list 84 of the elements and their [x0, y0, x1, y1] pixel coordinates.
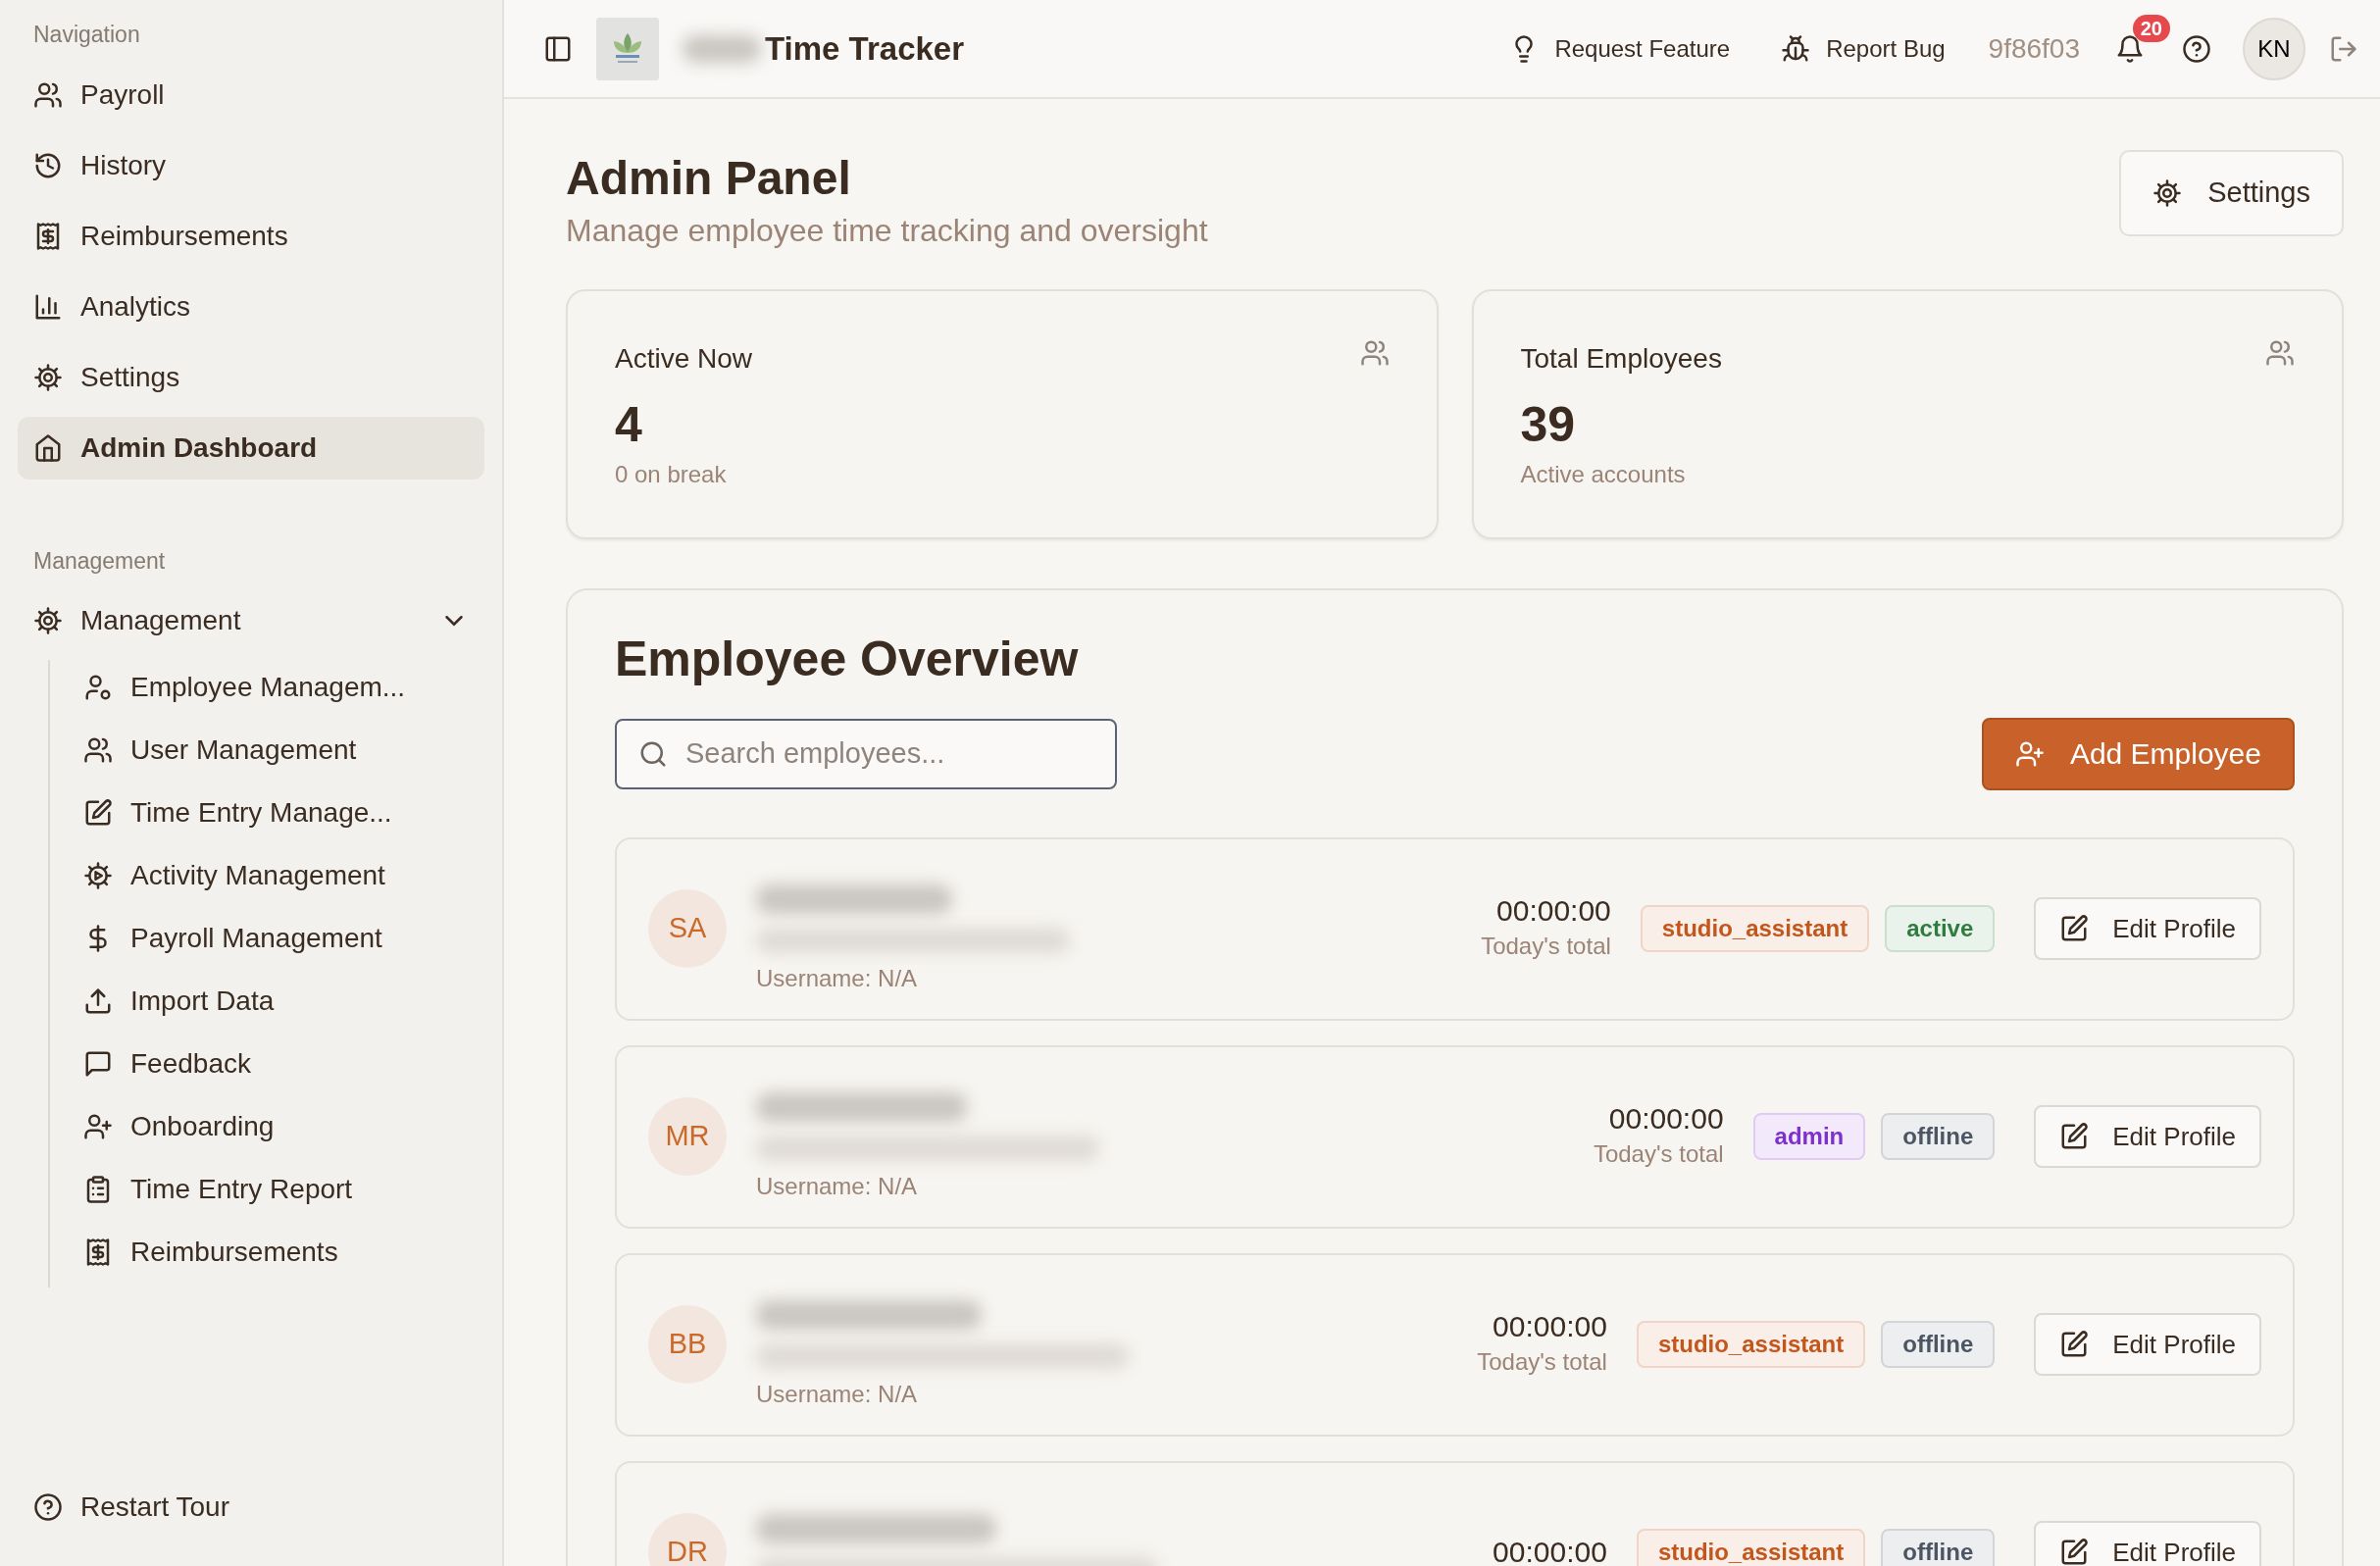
settings-icon: [2152, 178, 2183, 208]
page-subtitle: Manage employee time tracking and oversight: [566, 211, 1209, 250]
edit-profile-button[interactable]: Edit Profile: [2034, 1105, 2261, 1169]
notification-count: 20: [2132, 14, 2170, 42]
time-total: 00:00:00: [1493, 1535, 1607, 1566]
help-icon: [2182, 33, 2211, 64]
status-tag: offline: [1881, 1529, 1996, 1566]
help-icon: [33, 1492, 63, 1522]
bell-icon: [2115, 33, 2145, 64]
employee-avatar: DR: [648, 1513, 727, 1566]
time-total: 00:00:00: [1607, 1101, 1724, 1137]
employee-username: Username: N/A: [756, 1380, 919, 1410]
time-label: Today's total: [1481, 932, 1611, 962]
upload-icon: [83, 986, 113, 1016]
settings-icon: [33, 606, 63, 635]
sidebar-item[interactable]: Analytics: [18, 275, 484, 338]
stat-value: 39: [1520, 395, 1577, 454]
sidebar-item[interactable]: Management: [18, 589, 484, 652]
employee-username: Username: N/A: [756, 1172, 919, 1202]
edit-profile-button[interactable]: Edit Profile: [2034, 897, 2261, 961]
sidebar-item[interactable]: Admin Dashboard: [18, 416, 484, 480]
users-icon: [83, 735, 113, 765]
stat-label: Total Employees: [1520, 341, 1723, 376]
edit-profile-button[interactable]: Edit Profile: [2034, 1521, 2261, 1566]
employee-avatar: BB: [648, 1305, 727, 1385]
version-label: 9f86f03: [1987, 31, 2081, 66]
role-tag: studio_assistant: [1636, 1529, 1866, 1566]
stat-note: Active accounts: [1520, 459, 1687, 489]
stat-note: 0 on break: [615, 459, 728, 489]
edit-icon: [2059, 914, 2090, 944]
sidebar-item[interactable]: Settings: [18, 345, 484, 409]
role-tag: studio_assistant: [1640, 905, 1870, 953]
sidebar-subitem[interactable]: Onboarding: [68, 1099, 484, 1154]
status-tag: offline: [1881, 1321, 1996, 1369]
sidebar-subitem[interactable]: Employee Managem...: [68, 660, 484, 715]
notifications-button[interactable]: [2115, 33, 2145, 64]
stat-value: 4: [615, 395, 643, 454]
sidebar-subitem[interactable]: Reimbursements: [68, 1225, 484, 1280]
time-label: Today's total: [1593, 1139, 1724, 1170]
employee-avatar: MR: [648, 1097, 727, 1177]
message-icon: [83, 1049, 113, 1079]
bug-icon: [1781, 33, 1811, 64]
sidebar-subitem[interactable]: User Management: [68, 723, 484, 778]
section-label: Navigation: [32, 21, 141, 49]
user-avatar[interactable]: KN: [2243, 17, 2305, 80]
page-title: Admin Panel: [566, 151, 852, 206]
sidebar-subitem[interactable]: Payroll Management: [68, 911, 484, 966]
settings-icon: [33, 362, 63, 392]
sidebar-subitem[interactable]: Feedback: [68, 1036, 484, 1091]
status-tag: active: [1885, 905, 1996, 953]
home-icon: [33, 432, 63, 463]
app-title: Time Tracker: [765, 28, 965, 69]
sidebar-item[interactable]: Reimbursements: [18, 204, 484, 268]
time-total: 00:00:00: [1492, 1309, 1607, 1345]
header-action[interactable]: Request Feature: [1495, 30, 1745, 67]
sidebar-subitem[interactable]: Time Entry Report: [68, 1162, 484, 1217]
search-field[interactable]: Search employees...: [615, 718, 1117, 789]
sidebar-subitem[interactable]: Import Data: [68, 974, 484, 1029]
user-plus-icon: [83, 1112, 113, 1141]
settings-button[interactable]: Settings: [2119, 150, 2344, 236]
employee-avatar: SA: [648, 889, 727, 969]
gear-play-icon: [83, 861, 113, 890]
sidebar-item[interactable]: Payroll: [18, 63, 484, 126]
user-gear-icon: [83, 673, 113, 702]
stat-label: Active Now: [615, 341, 754, 376]
section-title: Employee Overview: [615, 630, 1080, 688]
section-label: Management: [32, 546, 167, 576]
header-action[interactable]: Report Bug: [1767, 30, 1959, 67]
edit-icon: [83, 798, 113, 828]
sidebar-item[interactable]: History: [18, 133, 484, 197]
time-total: 00:00:00: [1495, 893, 1611, 930]
restart-tour-link[interactable]: Restart Tour: [18, 1476, 484, 1539]
time-label: Today's total: [1477, 1347, 1607, 1378]
role-tag: admin: [1752, 1113, 1866, 1161]
add-employee-button[interactable]: Add Employee: [1981, 717, 2295, 790]
edit-icon: [2059, 1330, 2090, 1360]
edit-icon: [2059, 1538, 2090, 1566]
status-tag: offline: [1881, 1113, 1996, 1161]
sidebar-subitem[interactable]: Time Entry Manage...: [68, 785, 484, 840]
edit-profile-button[interactable]: Edit Profile: [2034, 1313, 2261, 1377]
role-tag: studio_assistant: [1636, 1321, 1866, 1369]
employee-username: Username: N/A: [756, 964, 919, 994]
sidebar-subitem[interactable]: Activity Management: [68, 848, 484, 903]
edit-icon: [2059, 1122, 2090, 1152]
